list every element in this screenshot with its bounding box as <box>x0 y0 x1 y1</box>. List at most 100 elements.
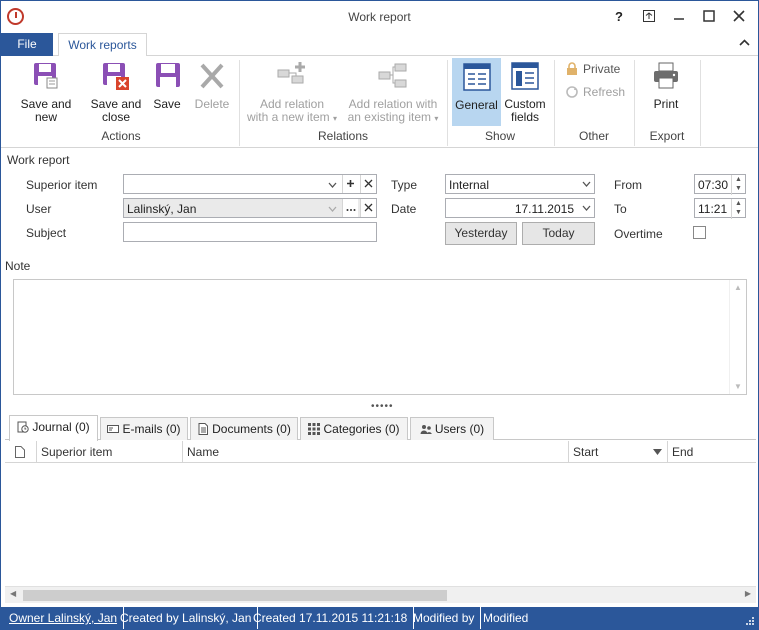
type-dropdown-arrow[interactable] <box>577 175 594 193</box>
save-and-close-button[interactable]: Save and close <box>87 60 145 124</box>
tab-users[interactable]: Users (0) <box>410 417 494 440</box>
overtime-checkbox[interactable] <box>693 226 706 239</box>
tab-categories-label: Categories (0) <box>323 422 400 436</box>
general-view-button[interactable]: General <box>452 58 501 126</box>
show-group-label: Show <box>484 129 516 143</box>
type-select[interactable]: Internal <box>445 174 595 194</box>
column-superior-item[interactable]: Superior item <box>37 441 183 463</box>
file-tab[interactable]: File <box>1 33 53 56</box>
delete-label: Delete <box>194 97 230 111</box>
note-scrollbar[interactable]: ▲ ▼ <box>729 280 746 394</box>
add-relation-existing-item-button[interactable]: Add relation with an existing item ▾ <box>345 60 441 125</box>
maximize-button[interactable] <box>698 6 720 28</box>
tab-emails[interactable]: E-mails (0) <box>100 417 188 440</box>
scroll-left-icon[interactable]: ◀ <box>10 589 16 598</box>
ribbon-tab-strip: File Work reports <box>1 33 758 57</box>
tab-work-reports[interactable]: Work reports <box>58 33 147 57</box>
delete-button[interactable]: Delete <box>192 60 232 111</box>
custom-fields-label-2: fields <box>510 110 539 124</box>
spin-up-icon[interactable]: ▲ <box>732 175 745 184</box>
save-button[interactable]: Save <box>149 60 185 111</box>
clear-superior-item-button[interactable] <box>360 175 376 193</box>
tab-emails-label: E-mails (0) <box>122 422 181 436</box>
grid-horizontal-scrollbar[interactable]: ◀ ▶ <box>5 586 756 603</box>
other-group-label: Other <box>578 129 609 143</box>
chevron-down-icon <box>328 182 336 188</box>
pin-window-button[interactable] <box>638 6 660 28</box>
ellipsis-icon <box>346 209 355 211</box>
detail-tab-strip: Journal (0) E-mails (0) Documents (0) Ca… <box>5 415 756 441</box>
user-dropdown[interactable] <box>324 199 340 217</box>
from-label: From <box>614 178 642 192</box>
email-icon <box>107 420 120 433</box>
user-field[interactable]: Lalinský, Jan <box>123 198 377 218</box>
scroll-right-icon[interactable]: ▶ <box>745 589 751 598</box>
subject-input[interactable] <box>123 222 377 242</box>
save-and-new-button[interactable]: Save and new <box>9 60 83 124</box>
spin-down-icon[interactable]: ▼ <box>732 184 745 193</box>
save-and-new-icon <box>30 60 62 92</box>
from-time-input[interactable]: 07:30 ▲ ▼ <box>694 174 746 195</box>
superior-item-dropdown[interactable] <box>324 175 340 193</box>
users-icon <box>420 420 432 434</box>
type-label: Type <box>391 178 418 192</box>
save-and-new-label: Save and new <box>20 97 72 124</box>
print-button[interactable]: Print <box>646 60 686 111</box>
browse-user-button[interactable] <box>342 199 358 217</box>
tab-documents[interactable]: Documents (0) <box>190 417 298 440</box>
to-time-spinner[interactable]: ▲ ▼ <box>731 199 745 219</box>
note-textarea[interactable]: ▲ ▼ <box>13 279 747 395</box>
scroll-up-icon[interactable]: ▲ <box>730 283 746 292</box>
add-superior-item-button[interactable] <box>342 175 358 193</box>
refresh-icon <box>566 86 578 98</box>
printer-icon <box>650 60 682 92</box>
journal-grid[interactable]: Superior item Name Start End <box>5 441 756 587</box>
status-bar: Owner Lalinský, Jan Created by Lalinský,… <box>1 607 758 629</box>
date-dropdown-arrow[interactable] <box>577 199 594 217</box>
add-relation-new-item-button[interactable]: Add relation with a new item ▾ <box>245 60 339 125</box>
spin-down-icon[interactable]: ▼ <box>732 208 745 217</box>
custom-fields-button[interactable]: Custom fields <box>503 60 547 124</box>
today-button[interactable]: Today <box>522 222 595 245</box>
ribbon-separator <box>239 60 240 146</box>
to-time-input[interactable]: 11:21 ▲ ▼ <box>694 198 746 219</box>
to-label: To <box>614 202 627 216</box>
floppy-disk-icon <box>151 60 183 92</box>
column-name[interactable]: Name <box>183 441 569 463</box>
column-type[interactable] <box>5 441 37 463</box>
collapse-ribbon-button[interactable] <box>739 36 750 50</box>
modified-by-text: Modified by <box>407 607 482 629</box>
tab-categories[interactable]: Categories (0) <box>300 417 408 440</box>
scrollbar-thumb[interactable] <box>23 590 447 601</box>
column-end[interactable]: End <box>668 441 756 463</box>
minimize-button[interactable] <box>668 6 690 28</box>
scroll-down-icon[interactable]: ▼ <box>730 382 746 391</box>
chevron-up-icon <box>739 39 750 46</box>
splitter-grip[interactable]: ••••• <box>371 401 394 412</box>
delete-x-icon <box>196 60 228 92</box>
column-start-label: Start <box>573 445 599 459</box>
help-button[interactable]: ? <box>608 6 630 28</box>
tab-journal[interactable]: Journal (0) <box>9 415 98 441</box>
superior-item-field[interactable] <box>123 174 377 194</box>
refresh-label: Refresh <box>583 85 626 99</box>
grid-header: Superior item Name Start End <box>5 441 756 463</box>
spin-up-icon[interactable]: ▲ <box>732 199 745 208</box>
document-icon <box>197 420 209 435</box>
private-button[interactable]: Private <box>565 62 620 76</box>
add-relation-new-label-2: with a new item ▾ <box>246 110 338 124</box>
owner-link[interactable]: Owner Lalinský, Jan <box>3 607 125 629</box>
yesterday-button[interactable]: Yesterday <box>445 222 517 245</box>
clear-user-button[interactable] <box>360 199 376 217</box>
date-picker[interactable]: 17.11.2015 <box>445 198 595 218</box>
from-time-spinner[interactable]: ▲ ▼ <box>731 175 745 195</box>
document-icon <box>15 446 25 458</box>
column-start[interactable]: Start <box>569 441 668 463</box>
refresh-button[interactable]: Refresh <box>565 85 625 99</box>
overtime-label: Overtime <box>614 227 663 241</box>
created-by-text: Created by Lalinský, Jan <box>114 607 259 629</box>
general-form-icon <box>461 61 493 93</box>
type-value: Internal <box>449 178 490 192</box>
resize-grip-icon[interactable] <box>745 616 755 626</box>
close-button[interactable] <box>728 6 750 28</box>
